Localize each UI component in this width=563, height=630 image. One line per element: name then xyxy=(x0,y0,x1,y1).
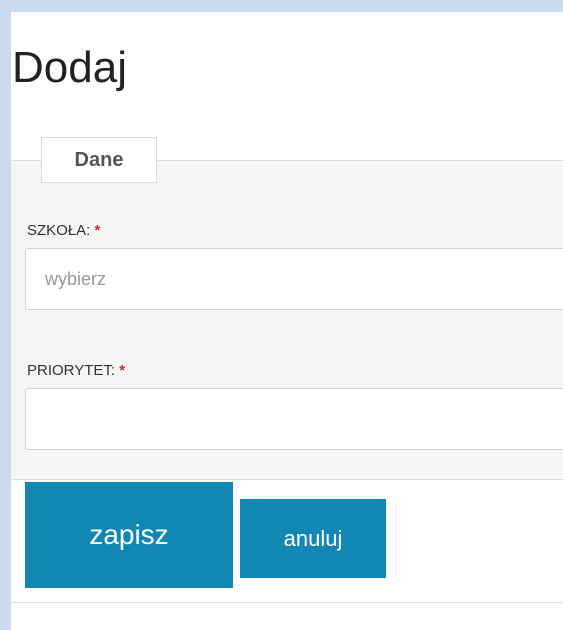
priority-label: PRIORYTET: * xyxy=(27,362,125,379)
school-label-text: SZKOŁA: xyxy=(27,222,91,239)
school-label: SZKOŁA: * xyxy=(27,222,100,239)
priority-label-text: PRIORYTET: xyxy=(27,362,116,379)
bottom-divider xyxy=(11,602,563,603)
page-container: Dodaj Dane SZKOŁA: * wybierz PRIORYTET: … xyxy=(10,12,563,630)
cancel-button[interactable]: anuluj xyxy=(240,499,386,578)
required-mark: * xyxy=(119,362,126,379)
school-select-placeholder: wybierz xyxy=(45,269,107,289)
school-select[interactable]: wybierz xyxy=(25,248,563,310)
priority-input[interactable] xyxy=(25,388,563,450)
page-title: Dodaj xyxy=(12,43,127,92)
required-mark: * xyxy=(94,222,101,239)
fieldset-legend: Dane xyxy=(41,137,157,183)
save-button[interactable]: zapisz xyxy=(25,482,233,588)
